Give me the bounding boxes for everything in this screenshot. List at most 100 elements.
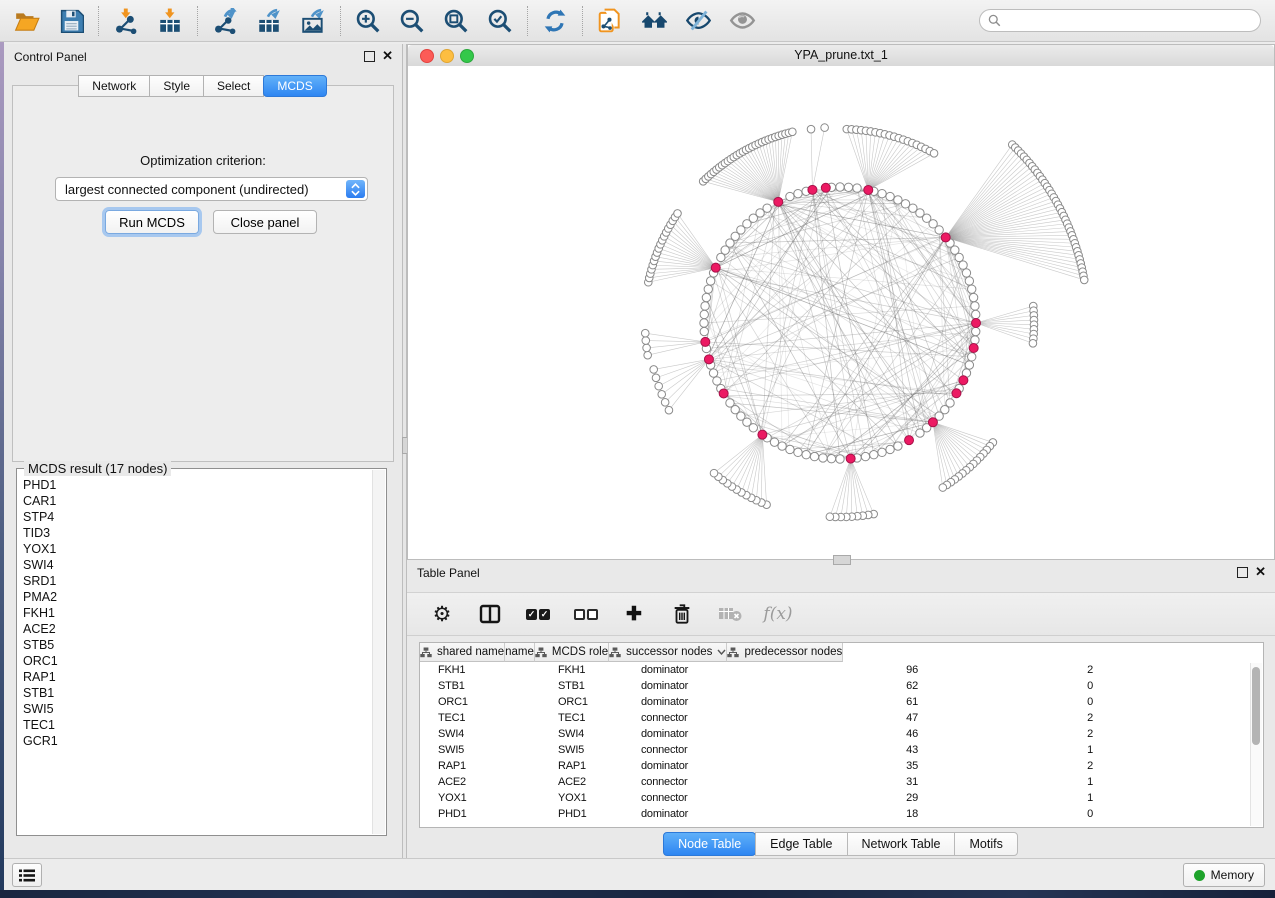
table-scrollbar[interactable] (1250, 663, 1262, 826)
float-window-icon[interactable] (364, 51, 375, 62)
column-header[interactable]: MCDS role (535, 643, 609, 662)
control-panel-tabs: NetworkStyleSelectMCDS (4, 75, 402, 97)
column-header[interactable]: predecessor nodes (727, 643, 843, 662)
show-graphics-details-icon (728, 7, 756, 35)
network-window-title: YPA_prune.txt_1 (408, 48, 1274, 62)
column-header[interactable]: shared name (420, 643, 505, 662)
table-tab[interactable]: Network Table (847, 832, 956, 856)
cell-successor-nodes: 18 (786, 808, 931, 820)
mcds-result-item[interactable]: STB5 (23, 637, 370, 653)
show-columns-icon[interactable] (477, 601, 503, 627)
run-mcds-button[interactable]: Run MCDS (105, 210, 199, 234)
cell-predecessor-nodes: 1 (931, 792, 1102, 804)
memory-button[interactable]: Memory (1183, 863, 1265, 887)
column-header-label: predecessor nodes (744, 646, 842, 658)
mcds-result-item[interactable]: CAR1 (23, 493, 370, 509)
mcds-result-item[interactable]: PHD1 (23, 477, 370, 493)
export-table-icon[interactable] (255, 7, 283, 35)
close-panel-icon[interactable]: ✕ (1255, 564, 1266, 580)
column-header-label: name (505, 646, 534, 658)
mcds-result-item[interactable]: ACE2 (23, 621, 370, 637)
table-row[interactable]: SWI4 SWI4 dominator 46 2 (420, 726, 1263, 742)
mcds-result-item[interactable]: RAP1 (23, 669, 370, 685)
table-settings-gear-icon[interactable]: ⚙ (429, 601, 455, 627)
float-window-icon[interactable] (1237, 567, 1248, 578)
delete-columns-icon[interactable] (669, 601, 695, 627)
table-row[interactable]: PHD1 PHD1 dominator 18 0 (420, 806, 1263, 822)
sitemap-icon (420, 647, 432, 658)
close-panel-button[interactable]: Close panel (213, 210, 317, 234)
column-header[interactable]: name (505, 643, 535, 662)
table-scrollbar-thumb[interactable] (1252, 667, 1260, 745)
mcds-result-item[interactable]: TID3 (23, 525, 370, 541)
optimization-criterion-select[interactable]: largest connected component (undirected) (55, 177, 368, 201)
table-panel: Table Panel ✕ ⚙ ✓✓ ✚ f(x) (407, 560, 1275, 858)
create-column-icon[interactable]: ✚ (621, 601, 647, 627)
table-tab[interactable]: Motifs (954, 832, 1017, 856)
mcds-result-item[interactable]: TEC1 (23, 717, 370, 733)
optimization-criterion-label: Optimization criterion: (13, 153, 393, 168)
export-network-icon[interactable] (211, 7, 239, 35)
select-all-icon[interactable]: ✓✓ (525, 601, 551, 627)
column-header-label: successor nodes (626, 646, 712, 658)
mcds-result-item[interactable]: STB1 (23, 685, 370, 701)
search-input[interactable] (1006, 13, 1252, 29)
table-tab[interactable]: Node Table (663, 832, 756, 856)
cell-predecessor-nodes: 0 (931, 808, 1102, 820)
cell-successor-nodes: 46 (786, 728, 931, 740)
refresh-layout-icon[interactable] (541, 7, 569, 35)
save-session-icon[interactable] (57, 7, 85, 35)
cell-shared-name: SWI4 (420, 728, 553, 740)
home-icon[interactable] (640, 7, 668, 35)
network-canvas[interactable] (408, 66, 1274, 559)
mcds-result-item[interactable]: FKH1 (23, 605, 370, 621)
table-tab[interactable]: Edge Table (755, 832, 847, 856)
table-row[interactable]: YOX1 YOX1 connector 29 1 (420, 790, 1263, 806)
mcds-result-item[interactable]: SRD1 (23, 573, 370, 589)
memory-status-icon (1194, 870, 1205, 881)
search-field[interactable] (979, 9, 1261, 32)
status-bar: Memory (4, 858, 1275, 891)
mcds-result-item[interactable]: GCR1 (23, 733, 370, 749)
zoom-selected-icon[interactable] (486, 7, 514, 35)
mcds-result-item[interactable]: SWI4 (23, 557, 370, 573)
mcds-result-item[interactable]: SWI5 (23, 701, 370, 717)
mcds-result-item[interactable]: PMA2 (23, 589, 370, 605)
import-table-icon[interactable] (156, 7, 184, 35)
control-panel-tab[interactable]: MCDS (263, 75, 326, 97)
table-row[interactable]: FKH1 FKH1 dominator 96 2 (420, 662, 1263, 678)
column-header[interactable]: successor nodes (609, 643, 727, 662)
deselect-all-icon[interactable] (573, 601, 599, 627)
control-panel-tab[interactable]: Select (203, 75, 264, 97)
network-graph[interactable] (408, 66, 1274, 559)
desktop-wallpaper-bottom (0, 890, 1275, 898)
table-row[interactable]: STB1 STB1 dominator 62 0 (420, 678, 1263, 694)
table-row[interactable]: ACE2 ACE2 connector 31 1 (420, 774, 1263, 790)
mcds-result-item[interactable]: ORC1 (23, 653, 370, 669)
cell-successor-nodes: 43 (786, 744, 931, 756)
hide-graphics-details-icon[interactable] (684, 7, 712, 35)
control-panel-tab[interactable]: Network (78, 75, 150, 97)
close-panel-icon[interactable]: ✕ (382, 48, 393, 64)
mcds-result-item[interactable]: STP4 (23, 509, 370, 525)
import-network-icon[interactable] (112, 7, 140, 35)
cell-name: ACE2 (553, 776, 635, 788)
table-row[interactable]: RAP1 RAP1 dominator 35 2 (420, 758, 1263, 774)
export-image-icon[interactable] (299, 7, 327, 35)
open-session-icon[interactable] (13, 7, 41, 35)
new-network-from-selection-icon[interactable] (596, 7, 624, 35)
zoom-fit-icon[interactable] (442, 7, 470, 35)
main-toolbar (0, 0, 1275, 42)
table-row[interactable]: SWI5 SWI5 connector 43 1 (420, 742, 1263, 758)
table-row[interactable]: TEC1 TEC1 connector 47 2 (420, 710, 1263, 726)
sort-descending-icon (717, 649, 726, 655)
zoom-out-icon[interactable] (398, 7, 426, 35)
mcds-list-scrollbar[interactable] (372, 470, 385, 834)
cell-shared-name: PHD1 (420, 808, 553, 820)
cell-shared-name: YOX1 (420, 792, 553, 804)
mcds-result-item[interactable]: YOX1 (23, 541, 370, 557)
task-history-button[interactable] (12, 863, 42, 887)
table-row[interactable]: ORC1 ORC1 dominator 61 0 (420, 694, 1263, 710)
control-panel-tab[interactable]: Style (149, 75, 204, 97)
zoom-in-icon[interactable] (354, 7, 382, 35)
